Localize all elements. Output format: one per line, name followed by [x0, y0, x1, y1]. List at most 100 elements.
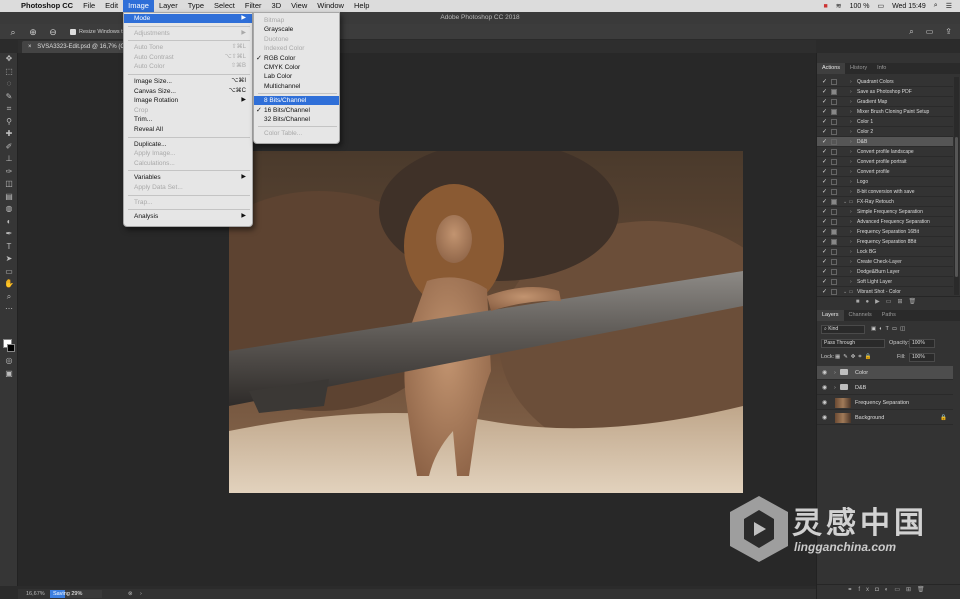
opacity-field[interactable]: 100% [909, 339, 935, 348]
zoom-in-icon[interactable]: ⊕ [26, 26, 40, 38]
eyedropper-tool-icon[interactable]: ⚲ [0, 116, 18, 129]
marquee-tool-icon[interactable]: ⬚ [0, 66, 18, 79]
action-row[interactable]: ✓ › Color 2 [817, 127, 953, 137]
path-select-tool-icon[interactable]: ➤ [0, 253, 18, 266]
eraser-tool-icon[interactable]: ◫ [0, 178, 18, 191]
checkbox-box[interactable] [70, 28, 76, 35]
play-icon[interactable]: ▶ [875, 299, 886, 305]
menu-help[interactable]: Help [349, 0, 374, 12]
action-row[interactable]: ✓ › Soft Light Layer [817, 277, 953, 287]
tab-actions[interactable]: Actions [817, 63, 846, 74]
action-enabled-check-icon[interactable]: ✓ [822, 217, 827, 227]
mask-icon[interactable]: ◘ [875, 587, 885, 593]
action-dialog-toggle-icon[interactable] [831, 79, 837, 85]
action-row[interactable]: ✓ › Logo [817, 177, 953, 187]
delete-layer-icon[interactable]: 🗑 [917, 587, 931, 593]
action-enabled-check-icon[interactable]: ✓ [822, 127, 827, 137]
action-row[interactable]: ✓ › Mixer Brush Cloning Paint Setup [817, 107, 953, 117]
expand-chevron-icon[interactable]: › [850, 107, 852, 117]
status-menu-arrow-icon[interactable]: › [140, 589, 142, 599]
action-dialog-toggle-icon[interactable] [831, 149, 837, 155]
action-dialog-toggle-icon[interactable] [831, 89, 837, 95]
action-dialog-toggle-icon[interactable] [831, 259, 837, 265]
action-enabled-check-icon[interactable]: ✓ [822, 157, 827, 167]
menu-view[interactable]: View [286, 0, 312, 12]
action-dialog-toggle-icon[interactable] [831, 199, 837, 205]
fill-field[interactable]: 100% [909, 353, 935, 362]
tab-info[interactable]: Info [872, 63, 891, 74]
tab-history[interactable]: History [845, 63, 872, 74]
expand-chevron-icon[interactable]: › [850, 177, 852, 187]
action-dialog-toggle-icon[interactable] [831, 159, 837, 165]
action-dialog-toggle-icon[interactable] [831, 249, 837, 255]
lasso-tool-icon[interactable]: ◌ [0, 78, 18, 91]
image-menu-item-variables[interactable]: Variables ▶ [124, 173, 252, 182]
trash-icon[interactable]: 🗑 [908, 299, 922, 305]
hand-tool-icon[interactable]: ✋ [0, 278, 18, 291]
fx-icon[interactable]: fx [858, 587, 875, 593]
mode-menu-item-rgb-color[interactable]: ✓ RGB Color [254, 54, 339, 63]
type-tool-icon[interactable]: T [0, 241, 18, 254]
expand-chevron-icon[interactable]: › [850, 267, 852, 277]
wifi-icon[interactable]: ≋ [836, 2, 842, 10]
share-icon[interactable]: ⇪ [945, 27, 952, 37]
menu-edit[interactable]: Edit [100, 0, 123, 12]
action-row[interactable]: ✓ ⌄ ▭ FX-Ray Retouch [817, 197, 953, 207]
tab-paths[interactable]: Paths [877, 310, 901, 321]
action-dialog-toggle-icon[interactable] [831, 279, 837, 285]
move-tool-icon[interactable]: ✥ [0, 53, 18, 66]
new-action-icon[interactable]: ⊞ [897, 299, 908, 305]
document-image[interactable] [229, 151, 743, 493]
action-enabled-check-icon[interactable]: ✓ [822, 87, 827, 97]
action-enabled-check-icon[interactable]: ✓ [822, 177, 827, 187]
zoom-level[interactable]: 16,67% [26, 589, 45, 599]
lock-icons[interactable]: ▦✎✥⌗🔒 [835, 353, 874, 362]
dodge-tool-icon[interactable]: ◐ [0, 216, 18, 229]
action-dialog-toggle-icon[interactable] [831, 289, 837, 295]
expand-chevron-icon[interactable]: › [850, 167, 852, 177]
layer-kind-filter[interactable]: ⌕ Kind [821, 325, 865, 334]
search-icon[interactable]: ⌕ [934, 2, 938, 10]
expand-chevron-icon[interactable]: › [850, 157, 852, 167]
visibility-eye-icon[interactable]: ◉ [822, 396, 827, 410]
lock-icon[interactable]: 🔒 [940, 411, 947, 425]
action-row[interactable]: ✓ › Convert profile portrait [817, 157, 953, 167]
zoom-tool-icon[interactable]: ⌕ [0, 291, 18, 304]
action-dialog-toggle-icon[interactable] [831, 229, 837, 235]
visibility-eye-icon[interactable]: ◉ [822, 381, 827, 395]
battery-text[interactable]: 100 % [850, 3, 870, 10]
expand-chevron-icon[interactable]: › [850, 217, 852, 227]
image-menu-item-image-rotation[interactable]: Image Rotation ▶ [124, 96, 252, 105]
clone-stamp-tool-icon[interactable]: ⊥ [0, 153, 18, 166]
action-dialog-toggle-icon[interactable] [831, 239, 837, 245]
stop-icon[interactable]: ■ [856, 299, 866, 305]
expand-chevron-icon[interactable]: › [850, 147, 852, 157]
menu-layer[interactable]: Layer [154, 0, 183, 12]
healing-brush-tool-icon[interactable]: ✚ [0, 128, 18, 141]
layer-row[interactable]: ◉ › D&B [817, 381, 953, 395]
action-enabled-check-icon[interactable]: ✓ [822, 187, 827, 197]
tab-layers[interactable]: Layers [817, 310, 844, 321]
mode-menu-item-16-bits-channel[interactable]: ✓ 16 Bits/Channel [254, 106, 339, 115]
action-enabled-check-icon[interactable]: ✓ [822, 167, 827, 177]
action-enabled-check-icon[interactable]: ✓ [822, 257, 827, 267]
expand-chevron-icon[interactable]: › [850, 117, 852, 127]
action-enabled-check-icon[interactable]: ✓ [822, 247, 827, 257]
action-dialog-toggle-icon[interactable] [831, 269, 837, 275]
action-enabled-check-icon[interactable]: ✓ [822, 107, 827, 117]
action-enabled-check-icon[interactable]: ✓ [822, 277, 827, 287]
action-enabled-check-icon[interactable]: ✓ [822, 97, 827, 107]
action-row[interactable]: ✓ › Advanced Frequency Separation [817, 217, 953, 227]
document-tab[interactable]: × SVSA3323-Edit.psd @ 16,7% (C [22, 41, 131, 53]
gradient-tool-icon[interactable]: ▤ [0, 191, 18, 204]
menu-filter[interactable]: Filter [240, 0, 267, 12]
menu-file[interactable]: File [78, 0, 100, 12]
image-menu-item-image-size[interactable]: Image Size... ⌥⌘I [124, 77, 252, 86]
action-row[interactable]: ✓ › Frequency Separation 16Bit [817, 227, 953, 237]
layer-row[interactable]: ◉ Frequency Separation [817, 396, 953, 410]
menu-select[interactable]: Select [209, 0, 240, 12]
expand-chevron-icon[interactable]: › [850, 137, 852, 147]
expand-chevron-icon[interactable]: › [850, 277, 852, 287]
visibility-eye-icon[interactable]: ◉ [822, 411, 827, 425]
brush-tool-icon[interactable]: ✐ [0, 141, 18, 154]
